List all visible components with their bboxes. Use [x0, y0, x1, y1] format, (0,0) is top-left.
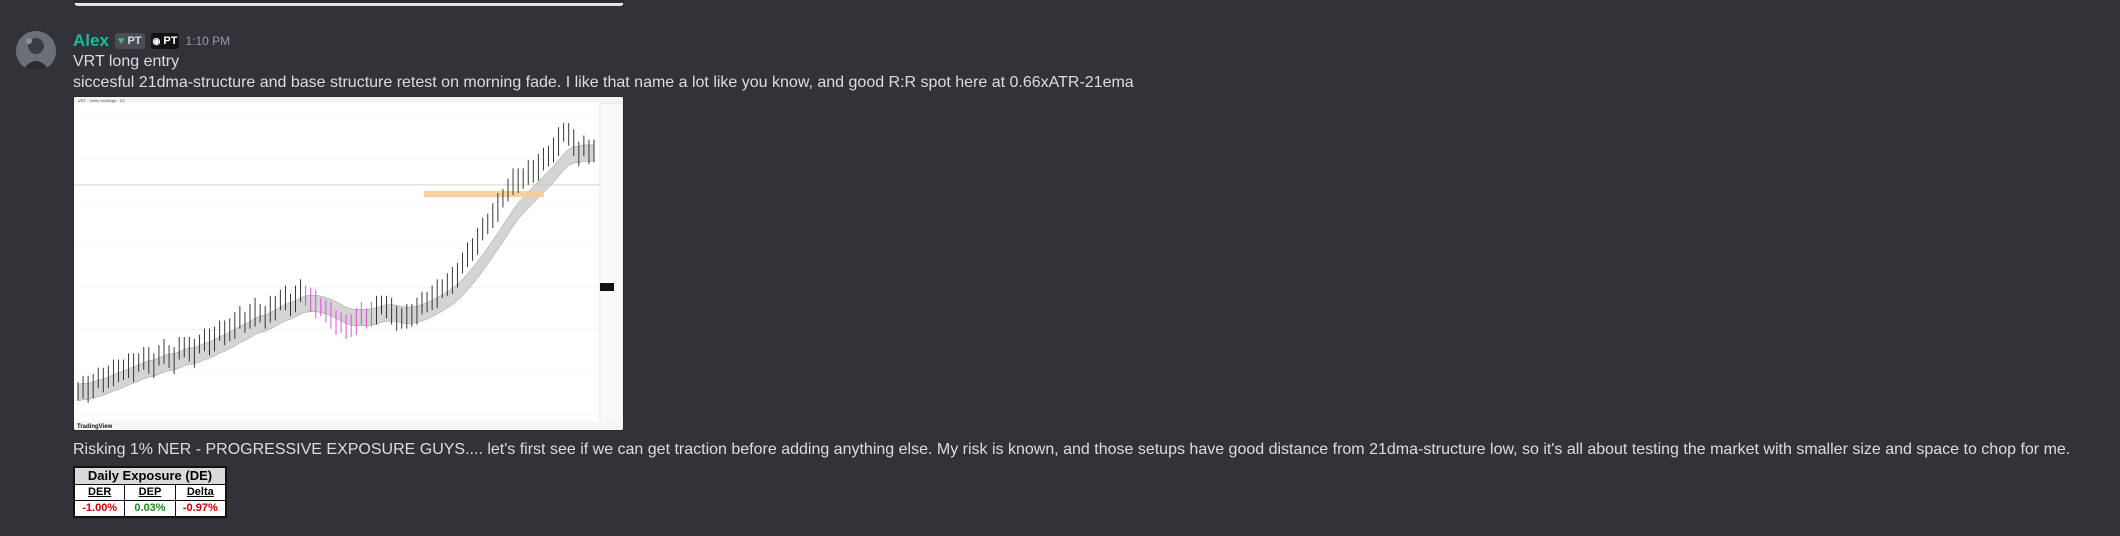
chart-header-text: VRT · Vertiv Holdings · 1D — [78, 98, 125, 103]
avatar[interactable] — [16, 31, 56, 71]
price-chart: VRT · Vertiv Holdings · 1D TradingView — [74, 97, 623, 430]
footer-bar — [74, 421, 623, 430]
header-dep: DEP — [125, 485, 176, 501]
header-delta: Delta — [175, 485, 225, 501]
server-tag-icon: ◉ — [152, 35, 161, 46]
value-der: -1.00% — [75, 501, 126, 516]
role-badge-label: PT — [127, 35, 142, 47]
value-delta: -0.97% — [182, 502, 218, 514]
author-name[interactable]: Alex — [73, 31, 109, 51]
message-line-2: siccesful 21dma-structure and base struc… — [73, 74, 1134, 91]
table-value-row: -1.00% 0.03% -0.97% — [75, 501, 225, 516]
message-timestamp[interactable]: 1:10 PM — [185, 34, 230, 48]
message-header: Alex ♥ PT ◉ PT 1:10 PM — [73, 30, 230, 52]
price-axis — [599, 102, 623, 422]
chat-message: Alex ♥ PT ◉ PT 1:10 PM VRT long entry si… — [0, 0, 2120, 536]
watermark-text: TradingView — [77, 424, 113, 430]
current-price-label — [600, 283, 614, 291]
avatar-image — [16, 31, 56, 71]
table-header-row: DER DEP Delta — [75, 485, 225, 501]
table-title: Daily Exposure (DE) — [75, 468, 225, 485]
daily-exposure-table: Daily Exposure (DE) DER DEP Delta -1.00%… — [73, 466, 227, 518]
message-line-1: VRT long entry — [73, 53, 180, 70]
header-der: DER — [75, 485, 126, 501]
entry-band-rect — [424, 190, 544, 198]
message-line-3: Risking 1% NER - PROGRESSIVE EXPOSURE GU… — [73, 441, 2071, 458]
role-badge[interactable]: ♥ PT — [114, 33, 145, 49]
heart-icon: ♥ — [117, 35, 125, 47]
server-tag-label: PT — [163, 35, 178, 47]
server-tag[interactable]: ◉ PT — [150, 33, 180, 49]
value-dep: 0.03% — [125, 501, 176, 516]
chart-image-attachment[interactable]: VRT · Vertiv Holdings · 1D TradingView — [73, 96, 624, 431]
